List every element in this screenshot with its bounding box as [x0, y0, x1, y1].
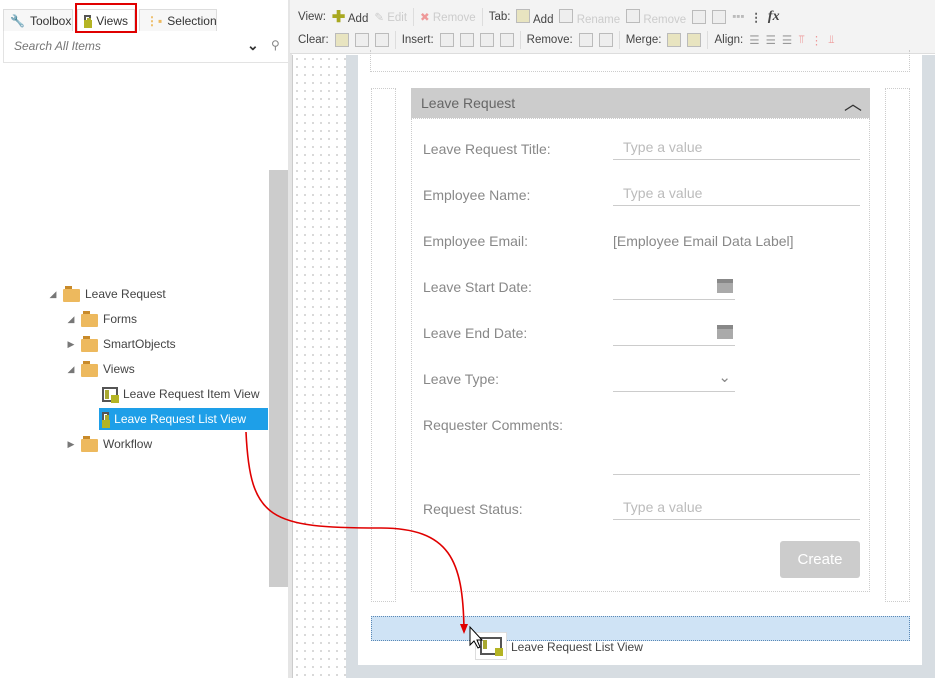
drag-arrow [245, 431, 484, 649]
cursor-icon [469, 625, 484, 649]
